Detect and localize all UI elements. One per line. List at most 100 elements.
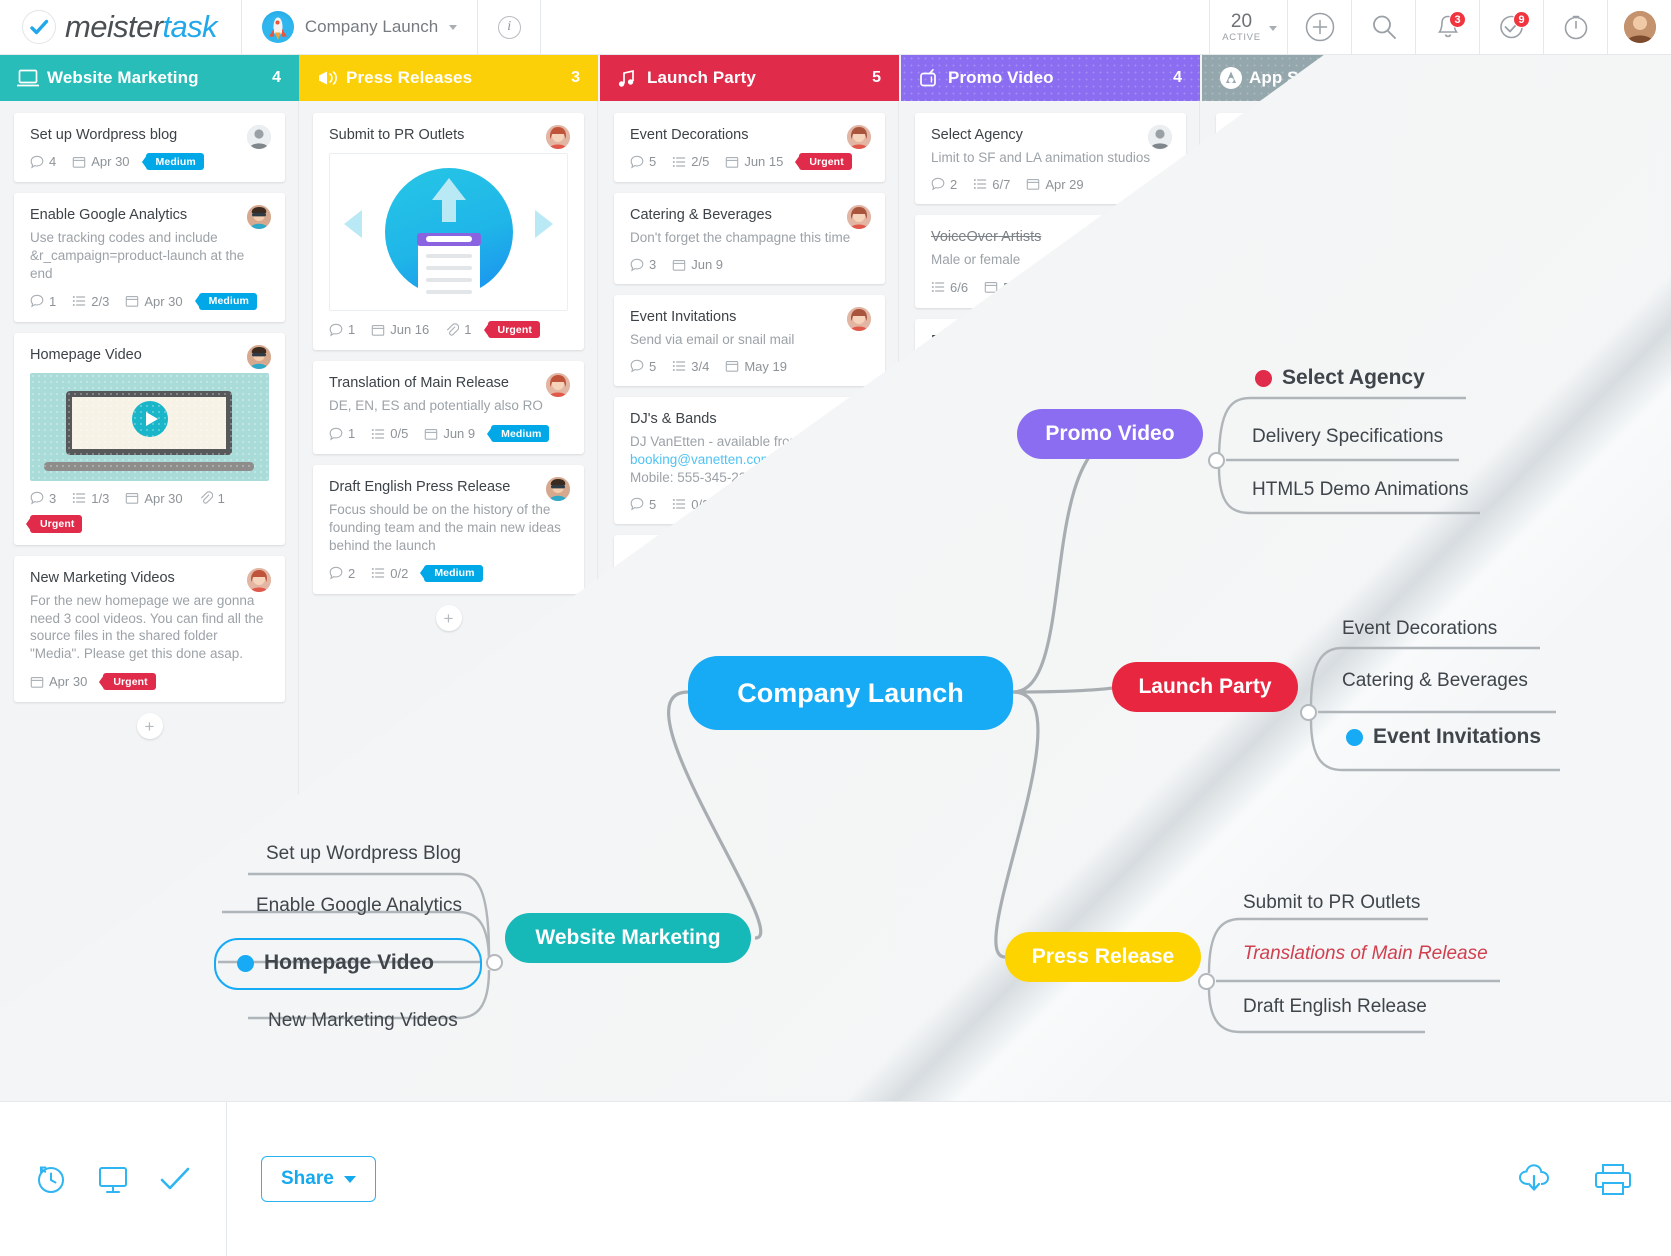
status-badge[interactable]: Urgent (30, 515, 83, 533)
calendar-icon (126, 493, 139, 505)
checklist-icon (372, 568, 385, 579)
task-meta: 1 2/3 Apr 30 Medium (30, 292, 269, 310)
history-button[interactable] (34, 1162, 68, 1196)
mindmap-joint[interactable] (1198, 973, 1215, 990)
music-note-icon (617, 69, 647, 88)
mindmap-joint[interactable] (486, 954, 503, 971)
column-header[interactable]: Website Marketing 4 (0, 55, 299, 101)
mindmap-leaf-homepage-video[interactable]: Homepage Video (237, 951, 434, 975)
task-title: New Marketing Videos (30, 569, 175, 586)
mindmap-leaf-enable-google-analytics[interactable]: Enable Google Analytics (256, 895, 462, 917)
value: 1 (464, 322, 472, 338)
task-title: Event Invitations (630, 309, 737, 326)
mindmap-leaf-delivery-specifications[interactable]: Delivery Specifications (1252, 426, 1443, 448)
task-title: Catering & Beverages (630, 207, 772, 224)
mindmap-leaf-draft-english-release[interactable]: Draft English Release (1243, 996, 1427, 1018)
comment-icon (630, 360, 644, 373)
mindmap-leaf-catering-beverages[interactable]: Catering & Beverages (1342, 670, 1528, 692)
my-tasks-button[interactable]: 9 (1479, 0, 1543, 54)
task-thumbnail-upload-icon[interactable] (329, 153, 568, 311)
mindmap-leaf-submit-to-pr-outlets[interactable]: Submit to PR Outlets (1243, 892, 1420, 914)
task-card[interactable]: Event Invitations Send via email or snai… (614, 295, 885, 386)
task-card[interactable]: Homepage Video 3 1/3 Apr 30 1 Urgent (14, 332, 285, 545)
task-thumbnail-video-laptop-icon[interactable] (30, 372, 269, 481)
bottom-left-tools (0, 1162, 226, 1196)
mindmap-topic-press-release[interactable]: Press Release (1005, 932, 1201, 982)
mindmap-topic-website-marketing[interactable]: Website Marketing (505, 913, 751, 963)
mindmap-leaf-set-up-wordpress-blog[interactable]: Set up Wordpress Blog (266, 843, 461, 865)
task-card[interactable]: Translation of Main Release DE, EN, ES a… (313, 361, 584, 455)
mindmap-topic-label: Launch Party (1138, 675, 1272, 698)
bottom-bar: Share (0, 1101, 1671, 1256)
task-card[interactable]: Event Decorations 5 2/5 Jun 15 Urgent (614, 113, 885, 183)
due-date: Apr 30 (72, 154, 130, 169)
bottom-right-tools (1517, 1162, 1671, 1196)
app-logo[interactable]: meistertask (0, 0, 241, 54)
status-badge[interactable]: Medium (491, 425, 550, 443)
mindmap-leaf-html5-demo-animations[interactable]: HTML5 Demo Animations (1252, 479, 1468, 501)
mindmap-leaf-label: Enable Google Analytics (256, 895, 462, 916)
calendar-icon (371, 324, 385, 336)
status-badge[interactable]: Medium (424, 564, 483, 582)
task-card[interactable]: Draft English Press Release Focus should… (313, 465, 584, 594)
status-badge[interactable]: Urgent (103, 673, 156, 691)
mindmap-leaf-event-invitations[interactable]: Event Invitations (1346, 725, 1541, 749)
value: Jun 9 (691, 257, 724, 273)
column-header[interactable]: Launch Party 5 (600, 55, 899, 101)
status-badge[interactable]: Medium (198, 292, 257, 310)
mindmap-topic-launch-party[interactable]: Launch Party (1112, 662, 1298, 712)
add-button[interactable] (1287, 0, 1351, 54)
task-card[interactable]: New Marketing Videos For the new homepag… (14, 555, 285, 703)
mindmap-topic-label: Website Marketing (535, 926, 721, 949)
task-card[interactable]: Set up Wordpress blog 4 Apr 30 Medium (14, 113, 285, 183)
notifications-button[interactable]: 3 (1415, 0, 1479, 54)
mindmap-joint[interactable] (1300, 704, 1317, 721)
calendar-icon (726, 361, 739, 373)
task-card[interactable]: Catering & Beverages Don't forget the ch… (614, 193, 885, 285)
search-button[interactable] (1351, 0, 1415, 54)
due-date: Apr 30 (125, 491, 183, 506)
active-count: 20 (1230, 10, 1253, 32)
mindmap-joint[interactable] (1208, 452, 1225, 469)
comment-icon (329, 323, 343, 337)
mindmap-leaf-event-decorations[interactable]: Event Decorations (1342, 618, 1497, 640)
task-card[interactable]: Enable Google Analytics Use tracking cod… (14, 193, 285, 322)
download-button[interactable] (1517, 1162, 1559, 1196)
mindmap-leaf-translations-of-main-release[interactable]: Translations of Main Release (1243, 943, 1488, 965)
add-task-button[interactable]: + (435, 605, 462, 631)
column-header[interactable]: Promo Video 4 (901, 55, 1200, 101)
mindmap-root-node[interactable]: Company Launch (688, 656, 1013, 730)
notes-line-3: Mobile: 555-345-23 (630, 469, 747, 485)
status-badge[interactable]: Urgent (799, 153, 852, 171)
mindmap-topic-promo-video[interactable]: Promo Video (1017, 409, 1203, 459)
presentation-button[interactable] (96, 1162, 130, 1196)
mindmap-leaf-new-marketing-videos[interactable]: New Marketing Videos (268, 1010, 458, 1032)
active-tasks-selector[interactable]: 20 ACTIVE (1209, 0, 1287, 54)
print-button[interactable] (1593, 1162, 1633, 1196)
calendar-icon (126, 296, 139, 308)
notes-email-link[interactable]: booking@vanetten.com (630, 452, 772, 467)
project-selector[interactable]: Company Launch (242, 0, 477, 54)
task-card[interactable]: Submit to PR Outlets 1 Jun 16 1 Urgent (313, 113, 584, 351)
calendar-icon (672, 259, 686, 271)
checklist-icon (73, 296, 86, 307)
add-task-button[interactable]: + (136, 713, 163, 740)
checklist-progress: 6/7 (973, 177, 1010, 192)
column-header[interactable]: Press Releases 3 (299, 55, 598, 101)
status-badge[interactable]: Urgent (487, 321, 540, 339)
status-badge[interactable]: Medium (145, 153, 204, 171)
user-menu-button[interactable] (1607, 0, 1671, 54)
comment-icon (329, 427, 343, 441)
timer-button[interactable] (1543, 0, 1607, 54)
mindmap-leaf-select-agency[interactable]: Select Agency (1255, 366, 1425, 390)
task-meta: 2 0/2 Medium (329, 564, 568, 582)
share-button[interactable]: Share (261, 1156, 376, 1202)
project-info-button[interactable]: i (478, 0, 540, 54)
divider (226, 1101, 227, 1256)
tasks-button[interactable] (158, 1164, 192, 1194)
comment-icon (329, 567, 343, 580)
calendar-icon (30, 676, 44, 688)
mindmap-topic-label: Promo Video (1045, 422, 1175, 445)
task-title: Enable Google Analytics (30, 207, 188, 224)
column-count: 4 (272, 69, 281, 86)
